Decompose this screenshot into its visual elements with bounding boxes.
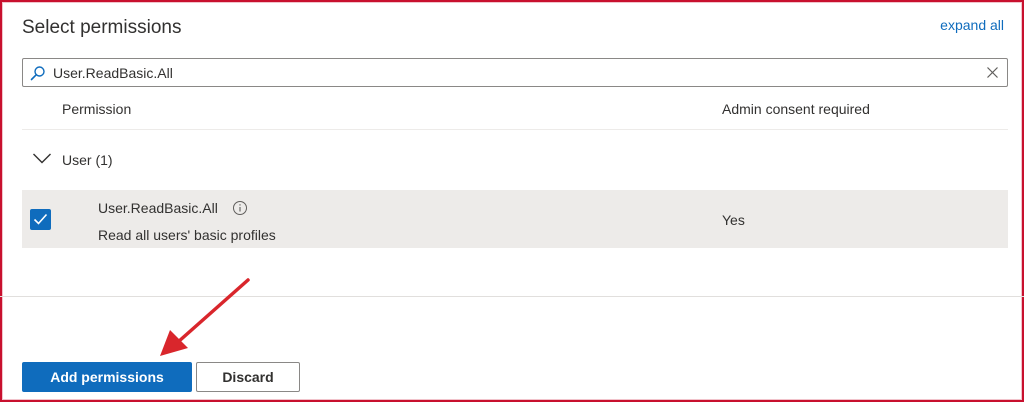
footer-divider bbox=[0, 296, 1024, 297]
annotation-arrow-icon bbox=[160, 278, 250, 356]
discard-button[interactable]: Discard bbox=[196, 362, 300, 392]
column-header-admin-consent[interactable]: Admin consent required bbox=[722, 101, 870, 117]
permission-description: Read all users' basic profiles bbox=[98, 227, 276, 243]
search-box[interactable] bbox=[22, 58, 1008, 87]
expand-all-link[interactable]: expand all bbox=[940, 17, 1004, 33]
table-header: Permission Admin consent required bbox=[22, 90, 1008, 130]
search-icon bbox=[30, 66, 45, 81]
info-icon[interactable] bbox=[232, 200, 248, 216]
checkmark-icon bbox=[33, 213, 48, 225]
panel-title: Select permissions bbox=[22, 17, 182, 38]
search-input[interactable] bbox=[53, 62, 973, 83]
chevron-down-icon[interactable] bbox=[32, 151, 52, 165]
group-label: User (1) bbox=[62, 152, 113, 168]
add-permissions-button[interactable]: Add permissions bbox=[22, 362, 192, 392]
permission-checkbox[interactable] bbox=[30, 209, 51, 230]
column-header-permission[interactable]: Permission bbox=[62, 101, 131, 117]
table-row[interactable]: User.ReadBasic.All Read all users' basic… bbox=[22, 190, 1008, 248]
permission-name: User.ReadBasic.All bbox=[98, 200, 218, 216]
admin-consent-value: Yes bbox=[722, 212, 745, 228]
close-icon[interactable] bbox=[986, 66, 999, 79]
group-row-user[interactable]: User (1) bbox=[22, 131, 1008, 189]
